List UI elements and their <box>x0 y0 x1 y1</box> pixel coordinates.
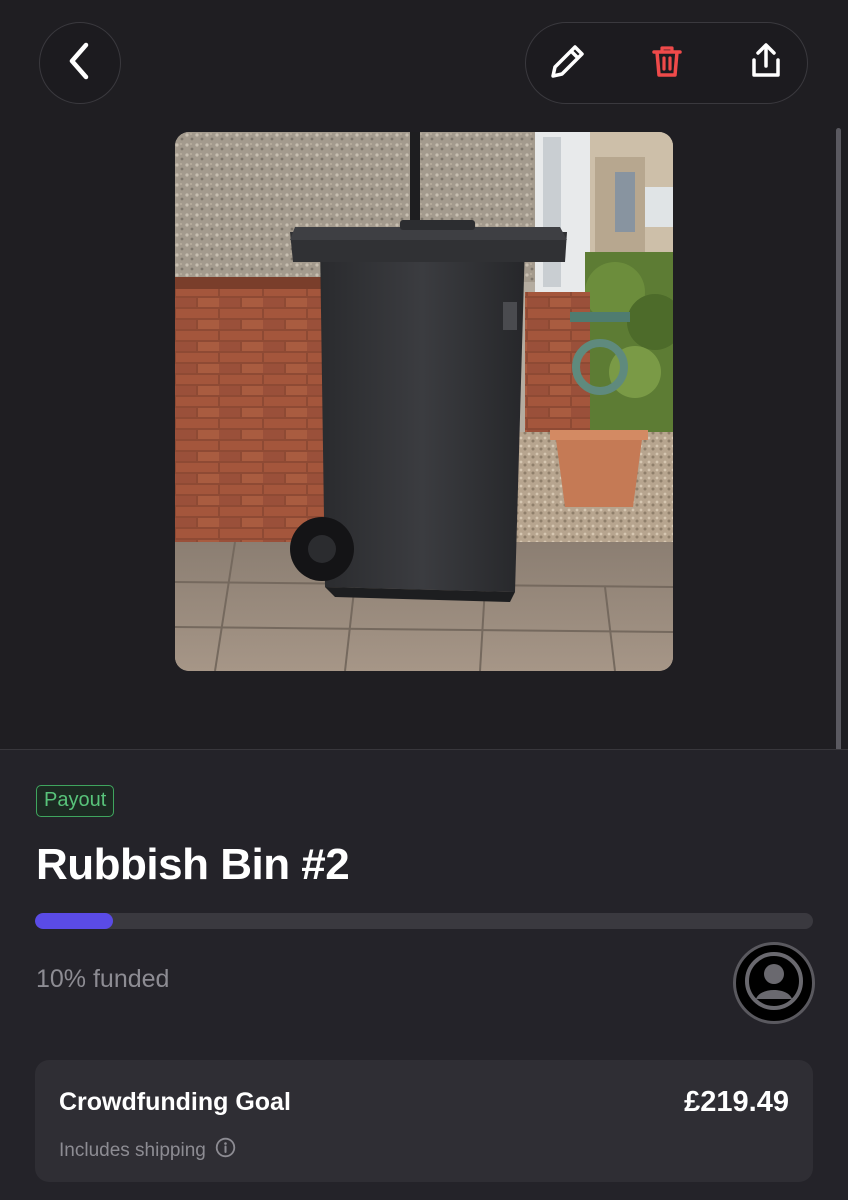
edit-button[interactable] <box>548 43 588 83</box>
goal-amount: £219.49 <box>684 1086 789 1118</box>
pencil-icon <box>548 41 588 86</box>
funding-progress-bar <box>35 913 813 929</box>
share-button[interactable] <box>746 41 786 86</box>
avatar[interactable] <box>733 942 815 1024</box>
funding-progress-fill <box>35 913 113 929</box>
crowdfunding-goal-card: Crowdfunding Goal £219.49 Includes shipp… <box>35 1060 813 1182</box>
status-badge: Payout <box>36 785 115 817</box>
share-icon <box>746 41 786 86</box>
funded-percentage: 10% funded <box>36 965 170 993</box>
user-icon <box>744 951 804 1016</box>
goal-label: Crowdfunding Goal <box>59 1088 291 1116</box>
action-toolbar <box>525 22 808 104</box>
chevron-left-icon <box>66 41 94 86</box>
delete-button[interactable] <box>647 43 687 83</box>
goal-subtext: Includes shipping <box>59 1137 236 1164</box>
product-image-area <box>0 0 848 749</box>
info-icon[interactable] <box>215 1137 236 1164</box>
back-button[interactable] <box>39 22 121 104</box>
product-title: Rubbish Bin #2 <box>36 840 350 889</box>
trash-icon <box>647 41 687 86</box>
product-photo <box>175 132 673 671</box>
shipping-note: Includes shipping <box>59 1139 206 1161</box>
